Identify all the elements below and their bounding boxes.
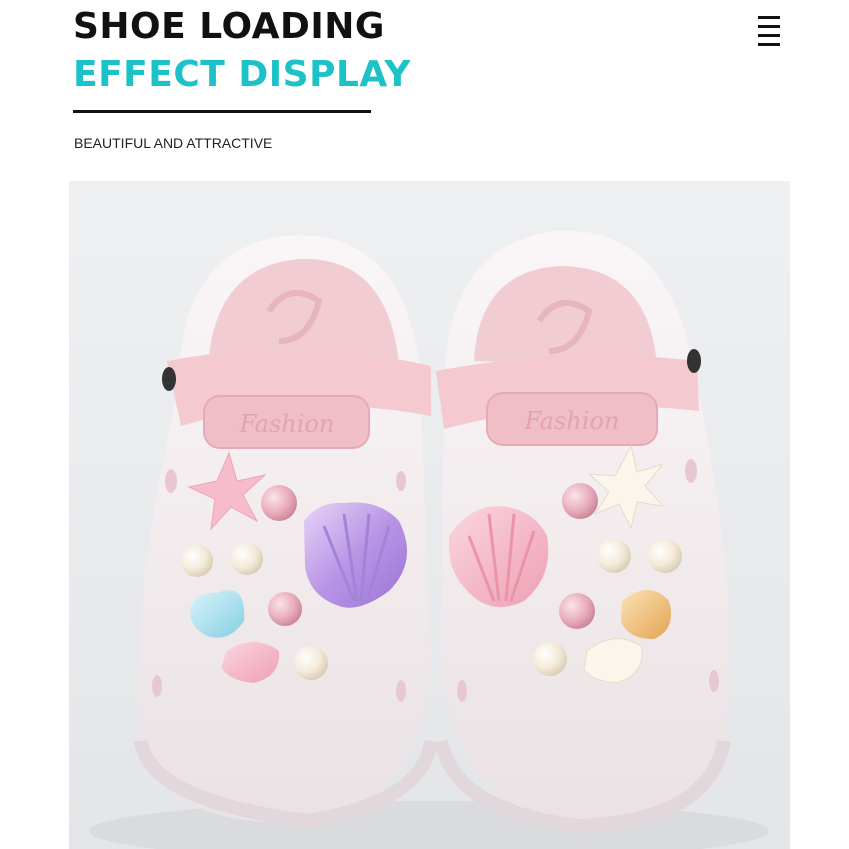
product-photo: Fashion Fashion (69, 181, 790, 849)
hamburger-menu-icon[interactable] (756, 14, 782, 50)
page-title-accent: EFFECT DISPLAY (73, 54, 411, 95)
strap-text: Fashion (239, 410, 335, 438)
page-title: SHOE LOADING (73, 6, 385, 47)
page-subtitle: BEAUTIFUL AND ATTRACTIVE (74, 135, 273, 151)
strap-text-right: Fashion (524, 407, 620, 435)
title-underline (73, 110, 371, 113)
